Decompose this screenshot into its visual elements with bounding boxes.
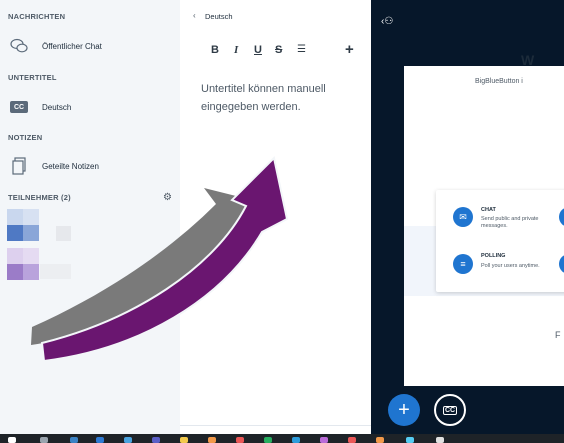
taskbar-app-icon[interactable] xyxy=(124,437,132,443)
italic-button[interactable]: I xyxy=(234,44,238,56)
shared-notes-label: Geteilte Notizen xyxy=(42,161,99,171)
strikethrough-button[interactable]: S xyxy=(275,44,282,56)
sidebar-item-public-chat[interactable]: Öffentlicher Chat xyxy=(0,33,180,59)
captions-section-title: UNTERTITEL xyxy=(8,73,57,82)
sidebar: NACHRICHTEN Öffentlicher Chat UNTERTITEL… xyxy=(0,0,180,434)
avatar[interactable] xyxy=(7,209,40,242)
user-name-blur xyxy=(56,226,71,241)
taskbar-app-icon[interactable] xyxy=(208,437,216,443)
actions-plus-button[interactable]: + xyxy=(388,394,420,426)
taskbar-app-icon[interactable] xyxy=(320,437,328,443)
sidebar-item-caption-deutsch[interactable]: CC Deutsch xyxy=(0,94,180,120)
sidebar-item-shared-notes[interactable]: Geteilte Notizen xyxy=(0,153,180,179)
taskbar-app-icon[interactable] xyxy=(96,437,104,443)
editor-toolbar: B I U S ☰ + xyxy=(180,41,371,62)
polling-icon: ≡ xyxy=(453,254,473,274)
divider xyxy=(180,425,371,426)
taskbar xyxy=(0,434,564,443)
captions-back-label[interactable]: Deutsch xyxy=(205,12,233,21)
public-chat-label: Öffentlicher Chat xyxy=(42,41,102,51)
chat-icon: ✉ xyxy=(453,207,473,227)
taskbar-app-icon[interactable] xyxy=(376,437,384,443)
user-list-toggle-icon[interactable]: ‹⚇ xyxy=(381,16,393,27)
feature-title: CHAT xyxy=(481,207,496,213)
add-button[interactable]: + xyxy=(345,41,354,58)
slide-footer: F xyxy=(555,330,561,340)
chat-bubbles-icon xyxy=(10,37,28,55)
start-icon[interactable] xyxy=(8,437,16,443)
captions-toggle-button[interactable]: CC xyxy=(434,394,466,426)
feature-icon xyxy=(559,254,564,274)
slide-title: W xyxy=(521,52,535,68)
slide-subtitle: BigBlueButton i xyxy=(475,78,523,85)
taskbar-app-icon[interactable] xyxy=(180,437,188,443)
taskbar-app-icon[interactable] xyxy=(436,437,444,443)
taskbar-app-icon[interactable] xyxy=(152,437,160,443)
taskbar-app-icon[interactable] xyxy=(406,437,414,443)
avatar[interactable] xyxy=(7,248,40,281)
user-name-blur xyxy=(40,264,71,279)
list-button[interactable]: ☰ xyxy=(297,44,306,55)
gear-icon[interactable]: ⚙ xyxy=(163,192,172,203)
taskbar-app-icon[interactable] xyxy=(348,437,356,443)
caption-editor[interactable]: Untertitel können manuell eingegeben wer… xyxy=(201,80,361,116)
caption-language-label: Deutsch xyxy=(42,102,72,112)
taskbar-app-icon[interactable] xyxy=(236,437,244,443)
feature-desc: Send public and private messages. xyxy=(481,216,539,229)
cc-icon: CC xyxy=(442,405,458,415)
back-chevron-icon[interactable]: ‹ xyxy=(193,11,196,20)
messages-section-title: NACHRICHTEN xyxy=(8,12,66,21)
underline-button[interactable]: U xyxy=(254,44,262,56)
taskbar-app-icon[interactable] xyxy=(70,437,78,443)
captions-panel: ‹ Deutsch B I U S ☰ + Untertitel können … xyxy=(180,0,371,434)
presentation-area: ‹⚇ W BigBlueButton i ✉ CHAT Send public … xyxy=(371,0,564,434)
cc-icon: CC xyxy=(10,98,28,116)
feature-title: POLLING xyxy=(481,253,506,259)
feature-desc: Poll your users anytime. xyxy=(481,263,540,269)
notes-section-title: NOTIZEN xyxy=(8,133,43,142)
search-icon[interactable] xyxy=(40,437,48,443)
features-card: ✉ CHAT Send public and private messages.… xyxy=(436,190,564,292)
notes-icon xyxy=(10,157,28,175)
taskbar-app-icon[interactable] xyxy=(264,437,272,443)
users-section-title: TEILNEHMER (2) xyxy=(8,193,71,202)
feature-icon xyxy=(559,207,564,227)
taskbar-app-icon[interactable] xyxy=(292,437,300,443)
bold-button[interactable]: B xyxy=(211,44,219,56)
